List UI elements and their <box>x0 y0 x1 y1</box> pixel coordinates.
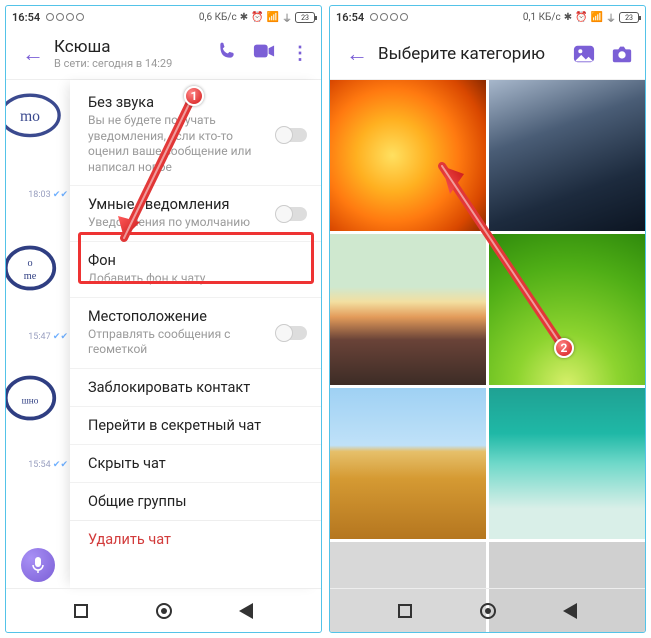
badge-2: 2 <box>554 338 574 358</box>
nav-back-icon[interactable] <box>563 603 577 619</box>
badge-1: 1 <box>184 86 204 106</box>
category-header: ← Выберите категорию <box>330 28 645 80</box>
bluetooth-icon: ✱ <box>564 12 572 23</box>
bg-tile-sunset[interactable] <box>330 234 486 385</box>
gallery-icon[interactable] <box>565 44 603 64</box>
nav-recent-icon[interactable] <box>74 604 88 618</box>
toggle-mute[interactable] <box>277 128 307 142</box>
status-dots <box>370 13 408 21</box>
svg-text:o: o <box>27 258 32 269</box>
row-groups[interactable]: Общие группы <box>70 482 321 520</box>
background-gallery <box>330 80 645 588</box>
bg-tile-leaf[interactable] <box>489 234 645 385</box>
row-block[interactable]: Заблокировать контакт <box>70 368 321 406</box>
msg-time: 18:03 ✔✔ <box>8 190 68 200</box>
signal-icon: 📶 <box>267 12 279 23</box>
row-delete[interactable]: Удалить чат <box>70 520 321 558</box>
chat-subtitle: В сети: сегодня в 14:29 <box>54 57 209 70</box>
nav-home-icon[interactable] <box>156 603 172 619</box>
page-title: Выберите категорию <box>378 44 565 64</box>
status-bar: 16:54 0,6 КБ/с ✱ ⏰ 📶 ⏚ 23 <box>6 6 321 28</box>
camera-icon[interactable] <box>603 44 641 64</box>
toggle-location[interactable] <box>277 326 307 340</box>
row-location[interactable]: Местоположение Отправлять сообщения с ге… <box>70 297 321 368</box>
status-data-rate: 0,1 КБ/с <box>523 12 561 23</box>
bluetooth-icon: ✱ <box>240 12 248 23</box>
chat-header: ← Ксюша В сети: сегодня в 14:29 ⋮ <box>6 28 321 80</box>
android-navbar <box>330 588 645 632</box>
sticker: o me <box>5 240 64 296</box>
chat-strip: mo 18:03 ✔✔ o me 15:47 ✔✔ шно 15:54 ✔✔ <box>6 80 70 588</box>
status-right: 0,6 КБ/с ✱ ⏰ 📶 ⏚ 23 <box>199 10 315 25</box>
bg-tile-fire[interactable] <box>330 80 486 231</box>
row-secret[interactable]: Перейти в секретный чат <box>70 406 321 444</box>
alarm-icon: ⏰ <box>575 12 587 23</box>
phone-left: 16:54 0,6 КБ/с ✱ ⏰ 📶 ⏚ 23 ← Ксюша В сети… <box>5 5 322 633</box>
bg-tile-dune[interactable] <box>330 388 486 539</box>
svg-text:шно: шно <box>22 397 39 407</box>
row-hide[interactable]: Скрыть чат <box>70 444 321 482</box>
mic-row <box>6 542 70 588</box>
svg-text:mo: mo <box>20 108 40 125</box>
sticker: mo <box>5 84 64 140</box>
toggle-smart[interactable] <box>277 207 307 221</box>
phone-right: 16:54 0,1 КБ/с ✱ ⏰ 📶 ⏚ 23 ← Выберите кат… <box>329 5 646 633</box>
signal-icon: 📶 <box>591 12 603 23</box>
msg-time: 15:47 ✔✔ <box>8 332 68 342</box>
status-time: 16:54 <box>12 11 40 24</box>
status-dots <box>46 13 84 21</box>
back-icon[interactable]: ← <box>340 35 374 73</box>
nav-back-icon[interactable] <box>239 603 253 619</box>
status-time: 16:54 <box>336 11 364 24</box>
more-icon[interactable]: ⋮ <box>283 43 317 64</box>
bg-tile-storm[interactable] <box>489 80 645 231</box>
back-icon[interactable]: ← <box>16 35 50 73</box>
svg-text:me: me <box>24 271 37 282</box>
nav-home-icon[interactable] <box>480 603 496 619</box>
battery-icon: 23 <box>295 12 315 23</box>
row-smart-notif[interactable]: Умные уведомления Уведомления по умолчан… <box>70 185 321 241</box>
status-data-rate: 0,6 КБ/с <box>199 12 237 23</box>
alarm-icon: ⏰ <box>251 12 263 23</box>
chat-settings-sheet: Без звука Вы не будете получать уведомле… <box>70 80 321 588</box>
voice-call-icon[interactable] <box>209 41 245 66</box>
video-call-icon[interactable] <box>245 42 283 65</box>
sticker: шно <box>5 370 64 426</box>
row-background[interactable]: Фон Добавить фон к чату <box>70 241 321 297</box>
status-right: 0,1 КБ/с ✱ ⏰ 📶 ⏚ 23 <box>523 10 639 25</box>
mic-button[interactable] <box>21 548 55 582</box>
status-bar: 16:54 0,1 КБ/с ✱ ⏰ 📶 ⏚ 23 <box>330 6 645 28</box>
msg-time: 15:54 ✔✔ <box>8 460 68 470</box>
nav-recent-icon[interactable] <box>398 604 412 618</box>
battery-icon: 23 <box>619 12 639 23</box>
wifi-icon: ⏚ <box>282 10 292 25</box>
android-navbar <box>6 588 321 632</box>
bg-tile-sea[interactable] <box>489 388 645 539</box>
chat-title: Ксюша <box>54 37 209 57</box>
wifi-icon: ⏚ <box>606 10 616 25</box>
